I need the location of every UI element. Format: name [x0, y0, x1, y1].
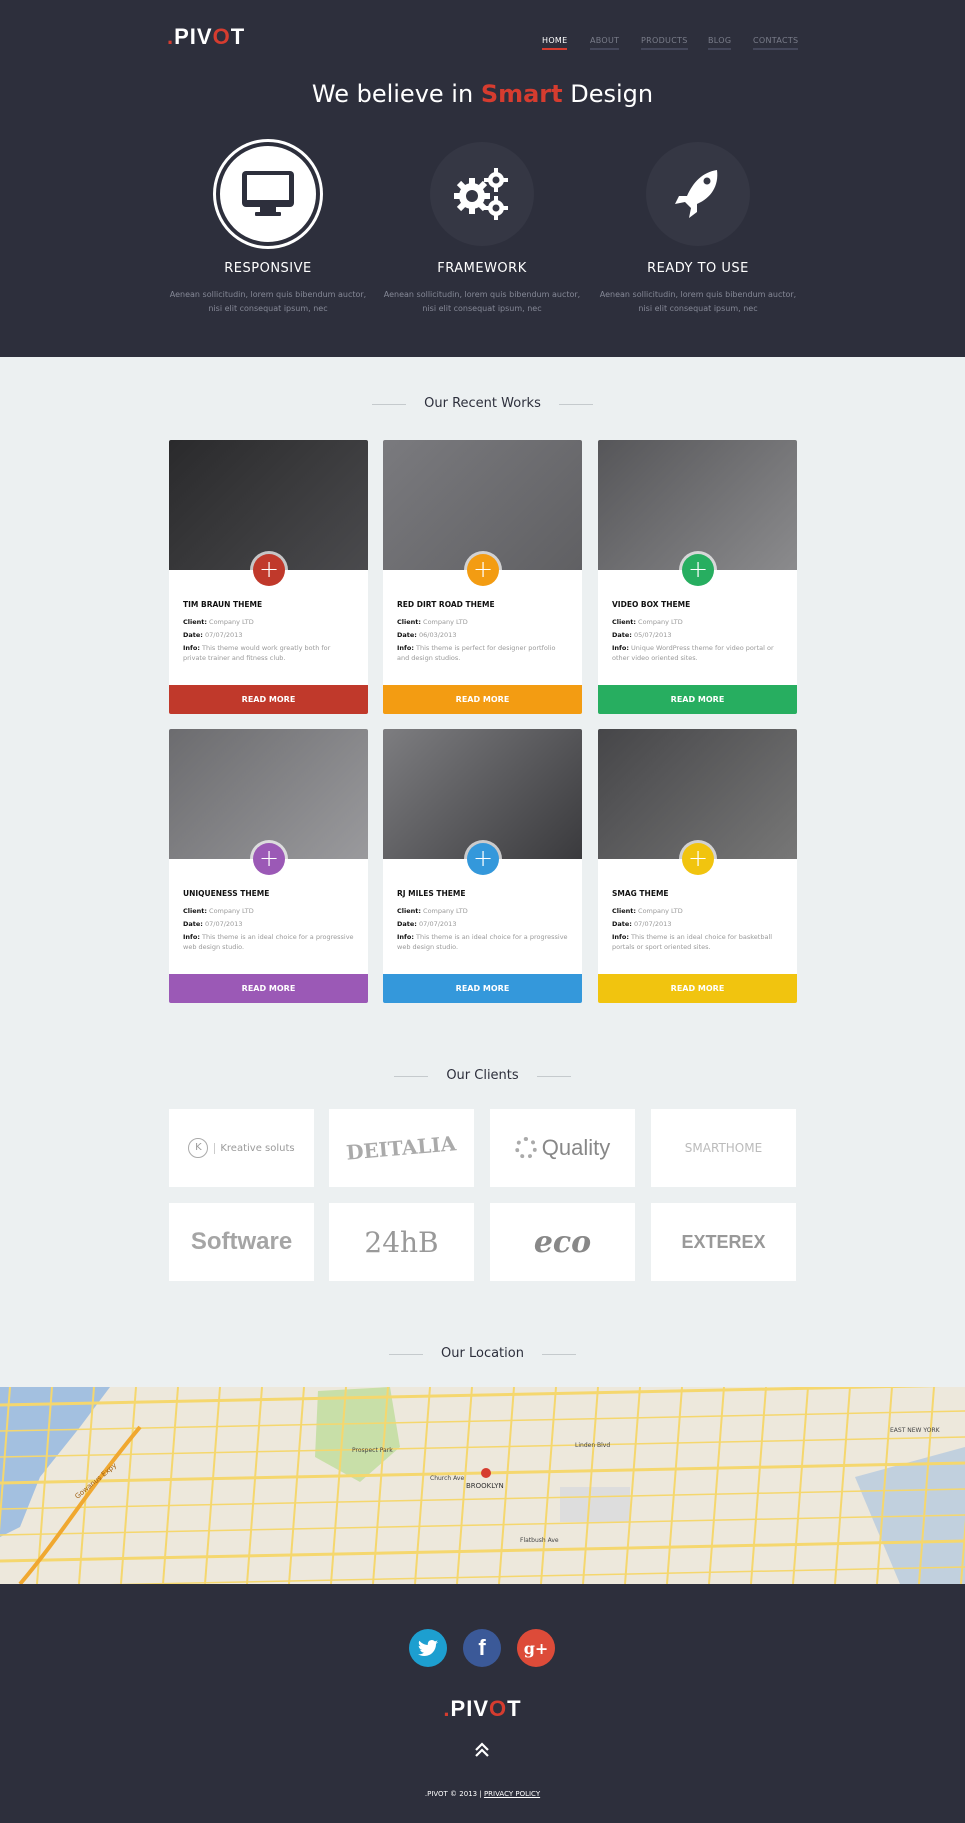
nav-blog[interactable]: BLOG [708, 36, 732, 50]
work-title: VIDEO BOX THEME [612, 600, 691, 609]
gears-icon [430, 142, 534, 246]
work-info: Info: This theme is an ideal choice for … [183, 933, 354, 951]
client-logo-smarthome[interactable]: SMARTHOME [651, 1109, 796, 1187]
feature-title: FRAMEWORK [437, 261, 527, 276]
privacy-policy-link[interactable]: PRIVACY POLICY [484, 1790, 540, 1798]
work-date: Date: 07/07/2013 [183, 631, 243, 639]
work-card: + RJ MILES THEME Client: Company LTD Date: … [383, 729, 582, 1003]
map-label: Prospect Park [352, 1447, 393, 1454]
plus-icon[interactable]: + [682, 843, 714, 875]
work-card: + RED DIRT ROAD THEME Client: Company LTD D… [383, 440, 582, 714]
scroll-top-chevron-icon[interactable] [474, 1742, 490, 1762]
work-title: RED DIRT ROAD THEME [397, 600, 495, 609]
section-title-works: Our Recent Works [0, 396, 965, 411]
work-client: Client: Company LTD [397, 907, 468, 915]
feature-text: Aenean sollicitudin, lorem quis bibendum… [383, 290, 581, 313]
work-thumbnail[interactable] [598, 440, 797, 570]
work-info: Info: This theme would work greatly both… [183, 644, 331, 662]
work-title: UNIQUENESS THEME [183, 889, 270, 898]
section-title-location: Our Location [0, 1346, 965, 1361]
read-more-button[interactable]: READ MORE [383, 685, 582, 714]
nav-home[interactable]: HOME [542, 36, 568, 50]
work-client: Client: Company LTD [183, 907, 254, 915]
read-more-button[interactable]: READ MORE [169, 974, 368, 1003]
work-date: Date: 07/07/2013 [397, 920, 457, 928]
facebook-icon[interactable]: f [463, 1629, 501, 1667]
feature-title: READY TO USE [647, 261, 749, 276]
read-more-button[interactable]: READ MORE [598, 974, 797, 1003]
google-plus-icon[interactable]: g+ [517, 1629, 555, 1667]
logo[interactable]: .PIVOT [167, 24, 245, 50]
feature-text: Aenean sollicitudin, lorem quis bibendum… [599, 290, 797, 313]
work-title: SMAG THEME [612, 889, 669, 898]
nav-contacts[interactable]: CONTACTS [753, 36, 799, 50]
work-card: + TIM BRAUN THEME Client: Company LTD Date:… [169, 440, 368, 714]
work-title: TIM BRAUN THEME [183, 600, 263, 609]
rocket-icon [646, 142, 750, 246]
twitter-icon[interactable] [409, 1629, 447, 1667]
section-title-clients: Our Clients [0, 1068, 965, 1083]
client-logo-kreative[interactable]: K Kreative soluts [169, 1109, 314, 1187]
headline: We believe in Smart Design [311, 80, 654, 108]
work-client: Client: Company LTD [397, 618, 468, 626]
map-label: BROOKLYN [466, 1482, 504, 1490]
work-thumbnail[interactable] [169, 440, 368, 570]
work-info: Info: This theme is perfect for designer… [397, 644, 556, 662]
read-more-button[interactable]: READ MORE [169, 685, 368, 714]
read-more-button[interactable]: READ MORE [383, 974, 582, 1003]
nav-products[interactable]: PRODUCTS [641, 36, 688, 50]
work-client: Client: Company LTD [612, 618, 683, 626]
monitor-icon [216, 142, 320, 246]
map-label: EAST NEW YORK [890, 1427, 940, 1434]
work-title: RJ MILES THEME [397, 889, 466, 898]
feature-text: Aenean sollicitudin, lorem quis bibendum… [169, 290, 367, 313]
work-info: Info: Unique WordPress theme for video p… [612, 644, 774, 662]
map-label: Linden Blvd [575, 1442, 611, 1449]
client-logo-software[interactable]: Software [169, 1203, 314, 1281]
work-info: Info: This theme is an ideal choice for … [612, 933, 773, 951]
plus-icon[interactable]: + [253, 843, 285, 875]
work-thumbnail[interactable] [383, 729, 582, 859]
work-card: + VIDEO BOX THEME Client: Company LTD Date:… [598, 440, 797, 714]
client-logo-eco[interactable]: eco [490, 1203, 635, 1281]
work-thumbnail[interactable] [169, 729, 368, 859]
read-more-button[interactable]: READ MORE [598, 685, 797, 714]
work-client: Client: Company LTD [183, 618, 254, 626]
work-thumbnail[interactable] [598, 729, 797, 859]
plus-icon[interactable]: + [682, 554, 714, 586]
map-label: Church Ave [430, 1475, 465, 1482]
work-date: Date: 06/03/2013 [397, 631, 457, 639]
location-map[interactable]: Prospect Park BROOKLYN Linden Blvd Churc… [0, 1387, 965, 1584]
client-logo-exterex[interactable]: EXTEREX [651, 1203, 796, 1281]
work-date: Date: 05/07/2013 [612, 631, 672, 639]
feature-title: RESPONSIVE [224, 261, 312, 276]
plus-icon[interactable]: + [467, 554, 499, 586]
work-card: + UNIQUENESS THEME Client: Company LTD Date… [169, 729, 368, 1003]
footer-logo[interactable]: .PIVOT [0, 1696, 965, 1722]
work-date: Date: 07/07/2013 [612, 920, 672, 928]
work-client: Client: Company LTD [612, 907, 683, 915]
work-thumbnail[interactable] [383, 440, 582, 570]
copyright: .PIVOT © 2013 | PRIVACY POLICY [424, 1790, 541, 1798]
client-logo-24hb[interactable]: 24hB [329, 1203, 474, 1281]
client-logo-deitalia[interactable]: DEITALIA [329, 1109, 474, 1187]
client-logo-quality[interactable]: Quality [490, 1109, 635, 1187]
plus-icon[interactable]: + [467, 843, 499, 875]
hero-header: .PIVOT HOME ABOUT PRODUCTS BLOG CONTACTS… [0, 0, 965, 357]
map-label: Flatbush Ave [520, 1537, 559, 1544]
work-info: Info: This theme is an ideal choice for … [397, 933, 568, 951]
work-card: + SMAG THEME Client: Company LTD Date: 07/0… [598, 729, 797, 1003]
nav-about[interactable]: ABOUT [590, 36, 620, 50]
plus-icon[interactable]: + [253, 554, 285, 586]
work-date: Date: 07/07/2013 [183, 920, 243, 928]
